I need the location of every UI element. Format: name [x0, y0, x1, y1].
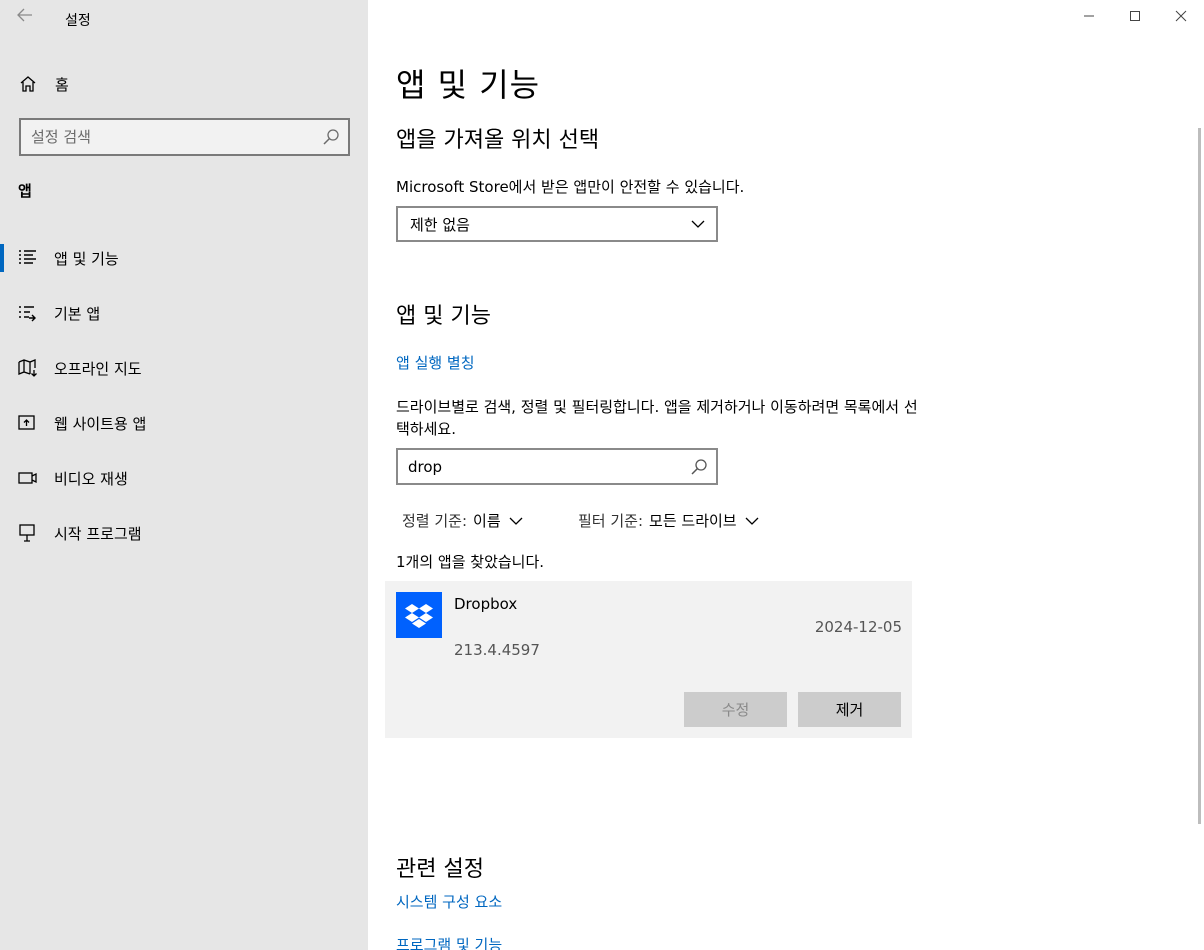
uninstall-button[interactable]: 제거 — [798, 692, 901, 727]
sidebar-item-startup[interactable]: 시작 프로그램 — [0, 515, 368, 570]
sidebar-item-label: 홈 — [55, 76, 69, 94]
modify-button[interactable]: 수정 — [684, 692, 787, 727]
startup-icon — [19, 524, 35, 542]
install-source-dropdown[interactable]: 제한 없음 — [396, 206, 718, 242]
search-icon[interactable] — [690, 458, 708, 476]
back-button[interactable] — [14, 4, 36, 26]
result-count: 1개의 앱을 찾았습니다. — [396, 553, 545, 571]
sidebar-item-label: 기본 앱 — [54, 305, 101, 323]
filter-label: 필터 기준: — [578, 512, 644, 530]
install-source-selected: 제한 없음 — [410, 216, 470, 234]
filter-dropdown[interactable]: 필터 기준: 모든 드라이브 — [578, 510, 759, 531]
sidebar-item-label: 시작 프로그램 — [54, 525, 142, 543]
app-search-input[interactable] — [408, 456, 678, 478]
sidebar-item-default-apps[interactable]: 기본 앱 — [0, 295, 368, 350]
settings-search-box[interactable] — [19, 118, 350, 156]
filter-value: 모든 드라이브 — [649, 512, 737, 530]
install-source-description: Microsoft Store에서 받은 앱만이 안전할 수 있습니다. — [396, 178, 745, 196]
window-title: 설정 — [65, 13, 91, 29]
main-content: 앱 및 기능 앱을 가져올 위치 선택 Microsoft Store에서 받은… — [368, 0, 1204, 950]
sidebar-nav: 앱 및 기능 기본 앱 오프라인 지도 웹 사이트용 앱 비디오 재생 시작 프… — [0, 240, 368, 570]
chevron-down-icon — [509, 517, 523, 525]
apps-for-websites-icon — [18, 415, 35, 430]
app-search-box[interactable] — [396, 448, 718, 485]
system-components-link[interactable]: 시스템 구성 요소 — [396, 891, 502, 912]
apps-features-icon — [19, 250, 36, 264]
dropbox-icon — [396, 592, 442, 638]
install-source-heading: 앱을 가져올 위치 선택 — [396, 128, 600, 153]
chevron-down-icon — [691, 220, 705, 228]
sidebar-item-apps-for-websites[interactable]: 웹 사이트용 앱 — [0, 405, 368, 460]
related-settings-heading: 관련 설정 — [396, 857, 484, 882]
sidebar-item-label: 오프라인 지도 — [54, 360, 142, 378]
chevron-down-icon — [745, 517, 759, 525]
app-version: 213.4.4597 — [454, 641, 540, 659]
sidebar-item-label: 비디오 재생 — [54, 470, 128, 488]
default-apps-icon — [19, 306, 36, 322]
app-name: Dropbox — [454, 595, 518, 613]
sort-value: 이름 — [473, 512, 501, 530]
programs-features-link[interactable]: 프로그램 및 기능 — [396, 934, 502, 950]
video-playback-icon — [18, 472, 37, 484]
apps-features-heading: 앱 및 기능 — [396, 304, 491, 329]
sidebar-item-label: 앱 및 기능 — [54, 250, 119, 268]
search-icon[interactable] — [322, 128, 340, 146]
apps-description: 드라이브별로 검색, 정렬 및 필터링합니다. 앱을 제거하거나 이동하려면 목… — [396, 398, 918, 438]
sidebar-section-title: 앱 — [18, 182, 32, 200]
sidebar-item-video-playback[interactable]: 비디오 재생 — [0, 460, 368, 515]
sort-label: 정렬 기준: — [402, 512, 468, 530]
sidebar-item-label: 웹 사이트용 앱 — [54, 415, 147, 433]
app-execution-aliases-link[interactable]: 앱 실행 별칭 — [396, 352, 475, 373]
sidebar-item-apps-features[interactable]: 앱 및 기능 — [0, 240, 368, 295]
sidebar: 설정 홈 앱 앱 및 기능 기본 앱 오프라인 지도 웹 사이트용 앱 비디오 … — [0, 0, 368, 950]
app-list-item[interactable]: Dropbox 2024-12-05 213.4.4597 수정 제거 — [385, 581, 912, 738]
app-install-date: 2024-12-05 — [814, 618, 902, 636]
active-indicator — [0, 244, 4, 272]
back-arrow-icon — [17, 8, 32, 22]
sort-dropdown[interactable]: 정렬 기준: 이름 — [402, 510, 523, 531]
sidebar-item-home[interactable]: 홈 — [0, 66, 368, 102]
sidebar-item-offline-maps[interactable]: 오프라인 지도 — [0, 350, 368, 405]
settings-search-input[interactable] — [31, 126, 311, 148]
home-icon — [20, 76, 36, 92]
offline-maps-icon — [18, 359, 37, 377]
page-title: 앱 및 기능 — [396, 66, 541, 104]
